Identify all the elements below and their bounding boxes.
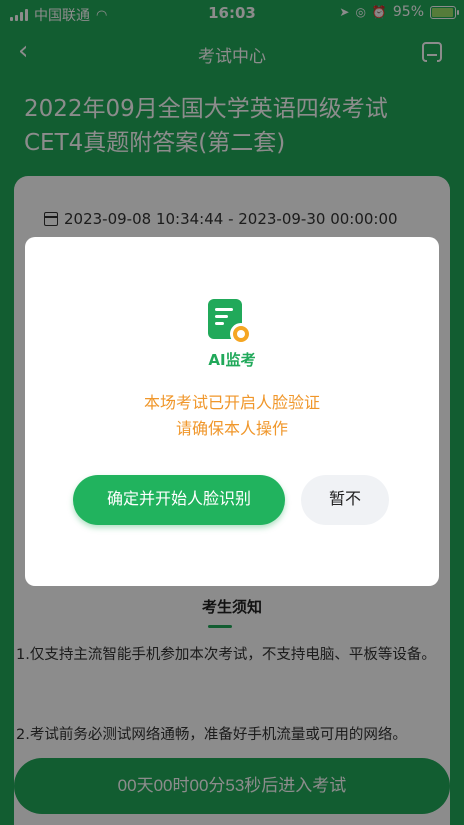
modal-message-line2: 请确保本人操作 bbox=[175, 419, 288, 438]
confirm-face-recognition-button[interactable]: 确定并开始人脸识别 bbox=[73, 475, 285, 525]
modal-message-line1: 本场考试已开启人脸验证 bbox=[143, 393, 320, 412]
not-now-button[interactable]: 暂不 bbox=[301, 475, 389, 525]
ai-proctor-logo-icon bbox=[208, 299, 252, 345]
face-verification-modal: AI监考 本场考试已开启人脸验证 请确保本人操作 确定并开始人脸识别 暂不 bbox=[25, 237, 439, 586]
ai-proctor-label: AI监考 bbox=[208, 351, 256, 369]
